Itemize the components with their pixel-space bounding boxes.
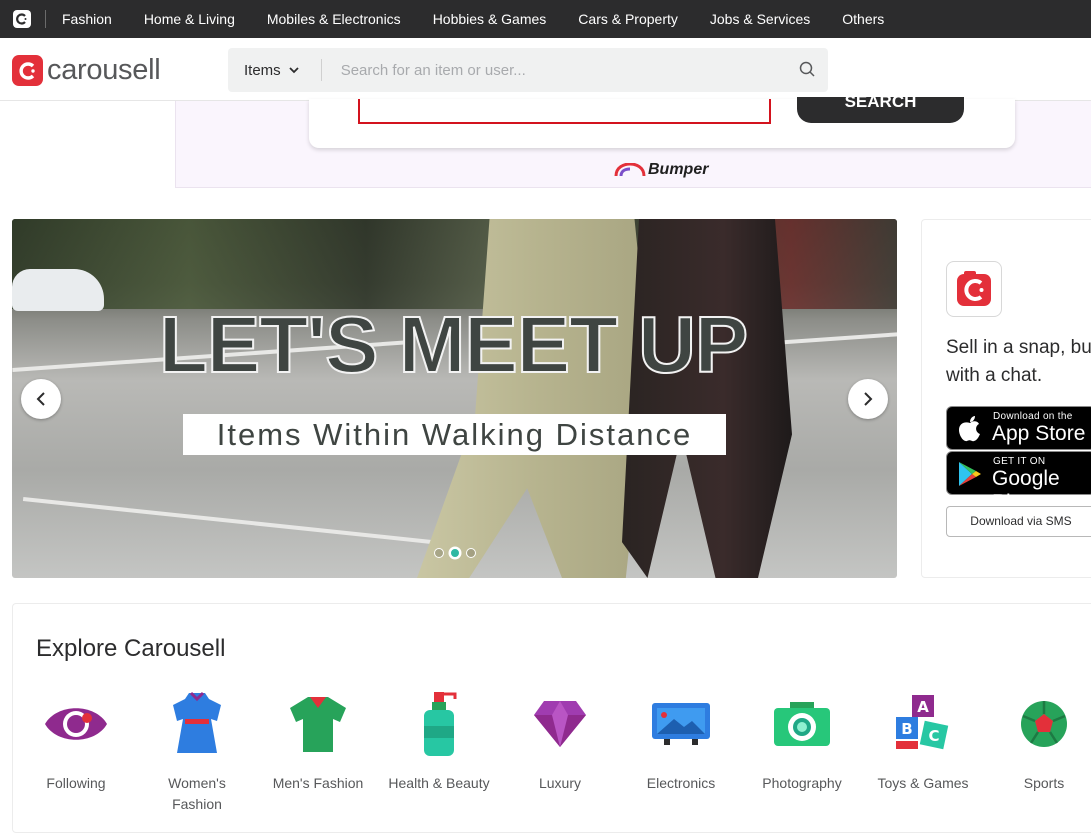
pump-bottle-icon bbox=[404, 689, 474, 759]
chevron-left-icon bbox=[36, 392, 45, 406]
carousell-app-icon bbox=[946, 261, 1002, 317]
carousell-mini-logo-icon[interactable] bbox=[13, 10, 31, 28]
app-store-big-text: App Store bbox=[992, 422, 1086, 445]
bumper-logo: Bumper bbox=[614, 161, 708, 179]
explore-item-toys-games[interactable]: ABC Toys & Games bbox=[868, 689, 978, 794]
carousel-dots bbox=[434, 548, 482, 558]
carousel-prev-button[interactable] bbox=[21, 379, 61, 419]
category-jobs-services[interactable]: Jobs & Services bbox=[710, 11, 810, 27]
explore-item-label: Health & Beauty bbox=[388, 775, 490, 791]
camera-icon bbox=[767, 689, 837, 759]
explore-item-label: Photography bbox=[762, 775, 842, 791]
diamond-icon bbox=[525, 689, 595, 759]
carousel-dot[interactable] bbox=[466, 548, 476, 558]
explore-item-label: Toys & Games bbox=[877, 775, 969, 791]
category-fashion[interactable]: Fashion bbox=[62, 11, 112, 27]
promo-search-button[interactable]: SEARCH bbox=[797, 97, 964, 123]
explore-item-electronics[interactable]: Electronics bbox=[626, 689, 736, 794]
shirt-icon bbox=[283, 689, 353, 759]
explore-item-sports[interactable]: Sports bbox=[989, 689, 1091, 794]
google-play-icon bbox=[959, 462, 981, 486]
explore-item-mens-fashion[interactable]: Men's Fashion bbox=[263, 689, 373, 794]
category-home-living[interactable]: Home & Living bbox=[144, 11, 235, 27]
carousel-dot[interactable] bbox=[434, 548, 444, 558]
explore-item-photography[interactable]: Photography bbox=[747, 689, 857, 794]
banner-subline: Items Within Walking Distance bbox=[183, 414, 726, 455]
carousel-dot-active[interactable] bbox=[450, 548, 460, 558]
bumper-promo-banner[interactable]: SEARCH Bumper bbox=[175, 97, 1091, 188]
category-hobbies-games[interactable]: Hobbies & Games bbox=[433, 11, 547, 27]
promo-plate-input[interactable] bbox=[358, 99, 771, 124]
search-icon[interactable] bbox=[799, 61, 816, 78]
category-cars-property[interactable]: Cars & Property bbox=[578, 11, 678, 27]
chevron-right-icon bbox=[864, 392, 873, 406]
category-bar: Fashion Home & Living Mobiles & Electron… bbox=[0, 0, 1091, 38]
explore-item-following[interactable]: Following bbox=[21, 689, 131, 794]
download-sms-button[interactable]: Download via SMS bbox=[946, 506, 1091, 537]
search-type-label: Items bbox=[244, 61, 281, 79]
app-download-card: Sell in a snap, buy with a chat. Downloa… bbox=[921, 219, 1091, 578]
explore-item-label: Men's Fashion bbox=[272, 775, 364, 791]
explore-item-health-beauty[interactable]: Health & Beauty bbox=[384, 689, 494, 794]
banner-headline: LET'S MEET UP bbox=[158, 299, 749, 390]
app-store-button[interactable]: Download on the App Store bbox=[946, 406, 1091, 450]
explore-item-womens-fashion[interactable]: Women's Fashion bbox=[142, 689, 252, 815]
explore-item-luxury[interactable]: Luxury bbox=[505, 689, 615, 794]
app-tagline: Sell in a snap, buy with a chat. bbox=[946, 337, 1091, 386]
search-type-dropdown[interactable]: Items bbox=[244, 62, 299, 79]
eye-icon bbox=[41, 689, 111, 759]
google-play-button[interactable]: GET IT ON Google Play bbox=[946, 451, 1091, 514]
search-divider bbox=[320, 59, 322, 81]
carousell-logo[interactable]: carousell bbox=[12, 54, 161, 87]
explore-section: Explore Carousell Following Women's Fash… bbox=[12, 603, 1091, 833]
explore-title: Explore Carousell bbox=[36, 635, 226, 662]
svg-text:C: C bbox=[928, 727, 939, 745]
google-play-small-text: GET IT ON bbox=[993, 456, 1046, 467]
svg-text:B: B bbox=[901, 720, 912, 738]
carousel-next-button[interactable] bbox=[848, 379, 888, 419]
banner-photo-car bbox=[12, 269, 104, 311]
apple-icon bbox=[959, 416, 980, 442]
monitor-icon bbox=[646, 689, 716, 759]
bumper-car-icon bbox=[614, 163, 646, 177]
topbar-divider bbox=[45, 10, 46, 28]
category-mobiles-electronics[interactable]: Mobiles & Electronics bbox=[267, 11, 401, 27]
search-bar: Items bbox=[228, 48, 828, 92]
explore-item-label: Sports bbox=[1023, 775, 1065, 791]
search-input[interactable] bbox=[338, 60, 779, 80]
dress-icon bbox=[162, 689, 232, 759]
explore-item-label: Luxury bbox=[538, 775, 582, 791]
chevron-down-icon bbox=[289, 66, 299, 73]
banner-photo-person bbox=[622, 219, 792, 578]
explore-item-label: Following bbox=[46, 775, 106, 791]
category-others[interactable]: Others bbox=[842, 11, 884, 27]
carousell-badge-icon bbox=[12, 55, 43, 86]
bumper-brand-text: Bumper bbox=[648, 161, 709, 178]
promo-card: SEARCH bbox=[309, 97, 1015, 148]
svg-text:A: A bbox=[917, 698, 929, 716]
site-header: carousell Items bbox=[0, 38, 1091, 101]
soccer-ball-icon bbox=[1009, 689, 1079, 759]
hero-carousel[interactable]: LET'S MEET UP Items Within Walking Dista… bbox=[12, 219, 897, 578]
blocks-icon: ABC bbox=[888, 689, 958, 759]
explore-item-label: Women's Fashion bbox=[168, 775, 226, 812]
logo-wordmark: carousell bbox=[47, 54, 161, 86]
app-store-small-text: Download on the bbox=[993, 411, 1073, 422]
road-marking bbox=[22, 497, 442, 545]
explore-item-label: Electronics bbox=[646, 775, 716, 791]
